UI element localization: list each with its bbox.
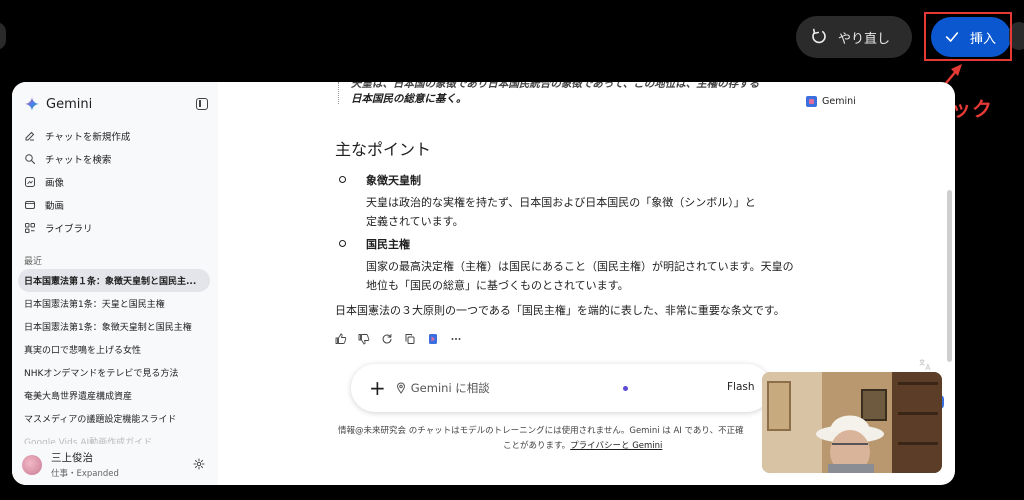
- recent-item[interactable]: 奄美大島世界遺産構成資産: [18, 384, 210, 407]
- redo-icon: [812, 28, 826, 44]
- point-line: 定義されています。: [366, 215, 464, 228]
- point-item: 国民主権 国家の最高決定権（主権）は国民にあること（国民主権）が明記されています…: [335, 236, 855, 295]
- point-body: 天皇は政治的な実権を持たず、日本国および日本国民の「象徴（シンボル）」と 定義さ…: [366, 193, 855, 231]
- nav-images[interactable]: 画像: [24, 170, 208, 193]
- redo-label: やり直し: [838, 31, 891, 47]
- redo-button[interactable]: やり直し: [796, 16, 912, 58]
- recent-item[interactable]: 日本国憲法第１条：象徴天皇制と国民主...: [18, 269, 210, 292]
- nav-label: 画像: [45, 177, 65, 189]
- point-title: 国民主権: [366, 238, 410, 251]
- plus-icon[interactable]: +: [369, 378, 386, 398]
- left-edge-control[interactable]: [0, 22, 6, 50]
- point-line: 国家の最高決定権（主権）は国民にあること（国民主権）が明記されています。天皇の: [366, 260, 794, 273]
- response-actions: [335, 333, 462, 345]
- recent-item[interactable]: 真実の口で悲鳴を上げる女性: [18, 338, 210, 361]
- chat-input[interactable]: + Gemini に相談 Flash: [351, 364, 771, 412]
- recent-item[interactable]: NHKオンデマンドをテレビで見る方法: [18, 361, 210, 384]
- highlight-box: [924, 12, 1012, 61]
- quote-line: 天皇は、日本国の象徴であり日本国民統合の象徴であって、この地位は、主権の存する: [351, 82, 760, 90]
- input-placeholder: Gemini に相談: [410, 381, 490, 395]
- gemini-share-chip[interactable]: Gemini: [806, 96, 856, 107]
- gemini-app-icon[interactable]: [427, 333, 439, 345]
- sidebar-header: Gemini: [24, 94, 208, 114]
- sidebar-toggle-icon[interactable]: [196, 98, 208, 110]
- disclaimer: 情報@未来研究会 のチャットはモデルのトレーニングには使用されません。Gemin…: [338, 424, 788, 454]
- search-icon: [25, 153, 36, 164]
- nav-new-chat[interactable]: チャットを新規作成: [24, 124, 208, 147]
- bullet-icon: [339, 176, 346, 183]
- point-line: 天皇は政治的な実権を持たず、日本国および日本国民の「象徴（シンボル）」と: [366, 196, 756, 209]
- point-line: 地位も「国民の総意」に基づくものとされています。: [366, 279, 629, 292]
- nav-videos[interactable]: 動画: [24, 193, 208, 216]
- image-icon: [25, 176, 35, 187]
- disclaimer-text: ことがあります。: [503, 441, 571, 451]
- thumbs-up-icon[interactable]: [335, 333, 347, 345]
- quote-bar: [338, 82, 339, 104]
- user-plan: 仕事・Expanded: [51, 469, 119, 479]
- disclaimer-line: 情報@未来研究会 のチャットはモデルのトレーニングには使用されません。Gemin…: [338, 426, 744, 436]
- disclaimer-line: ことがあります。プライバシーと Gemini: [338, 439, 788, 454]
- nav-label: チャットを新規作成: [45, 131, 131, 143]
- recent-item[interactable]: マスメディアの議題設定機能スライド: [18, 407, 210, 430]
- nav-library[interactable]: ライブラリ: [24, 216, 208, 239]
- point-item: 象徴天皇制 天皇は政治的な実権を持たず、日本国および日本国民の「象徴（シンボル）…: [335, 172, 855, 231]
- point-title: 象徴天皇制: [366, 174, 421, 187]
- recent-label: 最近: [24, 257, 43, 267]
- model-selector[interactable]: Flash: [727, 381, 755, 393]
- section-title: 主なポイント: [335, 140, 432, 159]
- summary-text: 日本国憲法の３大原則の一つである「国民主権」を端的に表した、非常に重要な条文です…: [335, 304, 785, 317]
- sidebar-title: Gemini: [46, 96, 93, 112]
- scrollbar[interactable]: [947, 190, 952, 362]
- share-label: Gemini: [822, 96, 856, 107]
- user-account[interactable]: 三上俊治 仕事・Expanded: [12, 444, 218, 485]
- user-name: 三上俊治: [51, 452, 93, 464]
- recent-item[interactable]: 日本国憲法第1条：天皇と国民主権: [18, 292, 210, 315]
- more-icon[interactable]: [450, 333, 462, 345]
- thumbs-down-icon[interactable]: [358, 333, 370, 345]
- recent-list: 日本国憲法第１条：象徴天皇制と国民主... 日本国憲法第1条：天皇と国民主権 日…: [18, 269, 210, 453]
- copy-icon[interactable]: [404, 333, 416, 345]
- avatar[interactable]: [22, 454, 42, 475]
- nav-label: ライブラリ: [45, 223, 93, 235]
- translate-icon[interactable]: [918, 358, 932, 372]
- nav-search-chat[interactable]: チャットを検索: [24, 147, 208, 170]
- top-bar: やり直し 挿入: [0, 0, 1024, 80]
- location-pin-icon: [396, 382, 405, 394]
- bullet-icon: [339, 240, 346, 247]
- library-icon: [25, 222, 35, 233]
- status-dot-icon: [623, 386, 628, 391]
- gemini-logo-icon: [24, 96, 40, 112]
- nav-label: 動画: [45, 200, 65, 212]
- nav-label: チャットを検索: [45, 154, 112, 166]
- video-icon: [25, 200, 35, 209]
- recent-item[interactable]: 日本国憲法第1条：象徴天皇制と国民主権: [18, 315, 210, 338]
- gemini-app-icon: [806, 96, 817, 107]
- privacy-link[interactable]: プライバシーと Gemini: [570, 441, 662, 451]
- regenerate-icon[interactable]: [381, 333, 393, 345]
- sidebar: Gemini チャットを新規作成 チャットを検索 画像 動画 ライブラリ 最近 …: [12, 82, 218, 485]
- user-info: 三上俊治 仕事・Expanded: [51, 450, 119, 479]
- gear-icon[interactable]: [193, 458, 205, 470]
- nav-list: チャットを新規作成 チャットを検索 画像 動画 ライブラリ: [24, 124, 208, 239]
- quote-line: 日本国民の総意に基く。: [351, 93, 467, 105]
- camera-preview: [762, 372, 942, 473]
- edit-icon: [25, 131, 35, 140]
- point-body: 国家の最高決定権（主権）は国民にあること（国民主権）が明記されています。天皇の …: [366, 257, 855, 295]
